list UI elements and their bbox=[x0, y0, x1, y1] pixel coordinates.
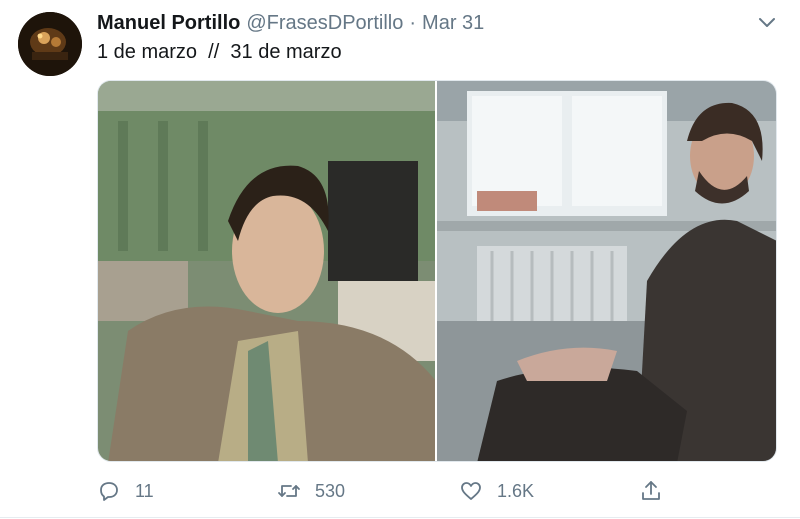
retweet-count: 530 bbox=[315, 480, 346, 501]
timestamp[interactable]: Mar 31 bbox=[422, 12, 484, 35]
avatar[interactable] bbox=[18, 12, 82, 76]
like-count: 1.6K bbox=[497, 480, 535, 501]
author-name[interactable]: Manuel Portillo bbox=[97, 12, 240, 35]
separator-dot: · bbox=[409, 12, 417, 34]
chevron-down-icon[interactable] bbox=[758, 16, 776, 30]
tweet[interactable]: Manuel Portillo @FrasesDPortillo · Mar 3… bbox=[0, 0, 800, 519]
retweet-icon bbox=[278, 485, 300, 497]
share-button[interactable] bbox=[639, 478, 677, 504]
photo-left[interactable] bbox=[98, 81, 435, 461]
divider bbox=[0, 517, 800, 518]
reply-button[interactable]: 11 bbox=[97, 478, 154, 504]
retweet-button[interactable]: 530 bbox=[277, 478, 345, 504]
reply-count: 11 bbox=[135, 480, 154, 501]
reply-icon bbox=[100, 482, 118, 501]
like-button[interactable]: 1.6K bbox=[459, 478, 534, 504]
heart-icon bbox=[461, 482, 481, 500]
tweet-text: 1 de marzo // 31 de marzo bbox=[97, 41, 342, 63]
tweet-actions: 11 530 1.6K bbox=[97, 478, 697, 504]
tweet-header: Manuel Portillo @FrasesDPortillo · Mar 3… bbox=[97, 12, 740, 35]
photo-right[interactable] bbox=[437, 81, 776, 461]
author-handle[interactable]: @FrasesDPortillo bbox=[246, 12, 403, 35]
media-grid bbox=[97, 80, 777, 462]
share-icon bbox=[642, 481, 660, 500]
